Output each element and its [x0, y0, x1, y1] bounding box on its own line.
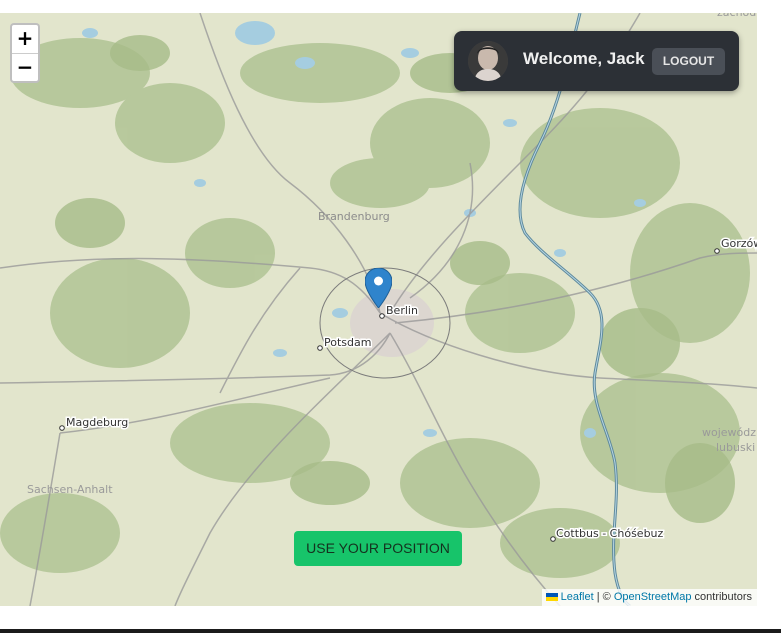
welcome-text: Welcome, Jack	[523, 49, 645, 68]
label-potsdam: Potsdam	[324, 336, 371, 349]
user-card: Welcome, Jack LOGOUT	[454, 31, 739, 91]
logout-button[interactable]: LOGOUT	[652, 48, 725, 75]
label-magdeburg: Magdeburg	[66, 416, 128, 429]
label-cottbus: Cottbus - Chóśebuz	[556, 527, 664, 540]
osm-link[interactable]: OpenStreetMap	[614, 591, 692, 603]
use-position-button[interactable]: USE YOUR POSITION	[294, 531, 462, 566]
attribution-separator: | ©	[593, 591, 614, 603]
map[interactable]: Brandenburg Berlin Potsdam Magdeburg Sac…	[0, 13, 757, 606]
zoom-out-button[interactable]: −	[12, 54, 38, 81]
location-marker-icon[interactable]	[365, 268, 392, 308]
leaflet-link[interactable]: Leaflet	[561, 591, 594, 603]
label-brandenburg: Brandenburg	[318, 210, 390, 223]
label-sachsen-anhalt: Sachsen-Anhalt	[27, 483, 113, 496]
avatar	[468, 41, 508, 81]
label-zachod: zachod	[717, 13, 756, 19]
ukraine-flag-icon	[545, 593, 558, 602]
attribution-contributors: contributors	[691, 591, 752, 603]
zoom-control: + −	[10, 23, 40, 83]
label-wojewodztwo-1: wojewódz	[702, 426, 756, 439]
map-tiles: Brandenburg Berlin Potsdam Magdeburg Sac…	[0, 13, 757, 606]
map-attribution: Leaflet | © OpenStreetMap contributors	[541, 589, 757, 606]
zoom-in-button[interactable]: +	[12, 25, 38, 54]
bottom-bar	[0, 629, 781, 633]
label-gorzow: Gorzów	[721, 237, 757, 250]
label-wojewodztwo-2: lubuski	[716, 441, 755, 454]
user-avatar-icon	[468, 41, 508, 81]
